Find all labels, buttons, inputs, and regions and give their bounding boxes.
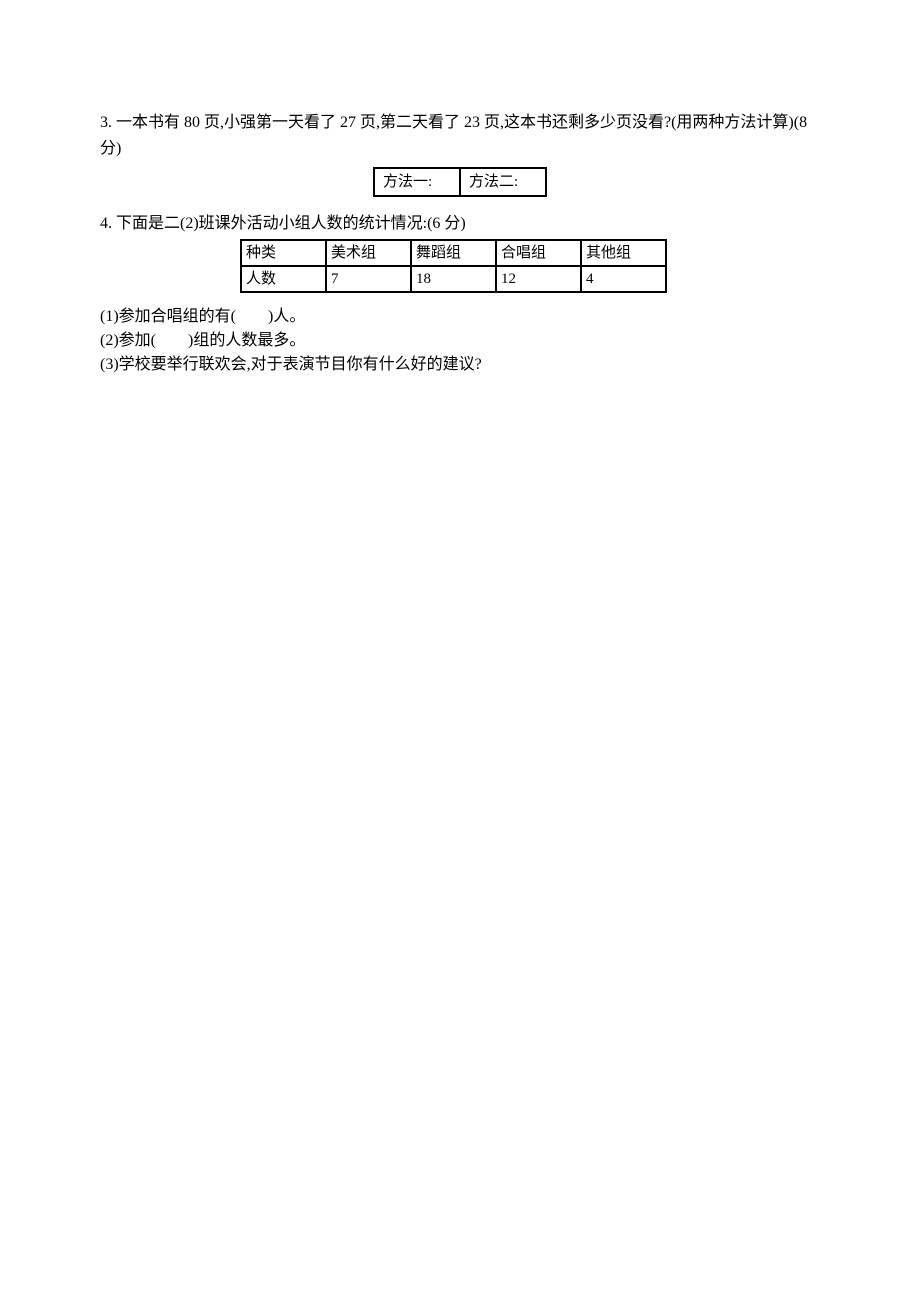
sub-question-1: (1)参加合唱组的有( )人。 [100, 305, 820, 329]
table-row: 种类 美术组 舞蹈组 合唱组 其他组 [241, 240, 666, 266]
header-category: 种类 [241, 240, 326, 266]
methods-table: 方法一: 方法二: [373, 167, 547, 197]
header-dance: 舞蹈组 [411, 240, 496, 266]
sub-question-2: (2)参加( )组的人数最多。 [100, 329, 820, 353]
table-row: 人数 7 18 12 4 [241, 266, 666, 292]
header-art: 美术组 [326, 240, 411, 266]
header-chorus: 合唱组 [496, 240, 581, 266]
question-3-text: 一本书有 80 页,小强第一天看了 27 页,第二天看了 23 页,这本书还剩多… [100, 114, 807, 157]
method-1-cell: 方法一: [374, 168, 460, 196]
question-4-text: 下面是二(2)班课外活动小组人数的统计情况:(6 分) [116, 215, 466, 232]
row-label-count: 人数 [241, 266, 326, 292]
method-2-cell: 方法二: [460, 168, 546, 196]
question-4-number: 4. [100, 215, 112, 232]
value-chorus: 12 [496, 266, 581, 292]
question-3-number: 3. [100, 114, 112, 131]
question-3: 3. 一本书有 80 页,小强第一天看了 27 页,第二天看了 23 页,这本书… [100, 110, 820, 197]
table-row: 方法一: 方法二: [374, 168, 546, 196]
statistics-table: 种类 美术组 舞蹈组 合唱组 其他组 人数 7 18 12 4 [240, 239, 667, 293]
value-other: 4 [581, 266, 666, 292]
question-4: 4. 下面是二(2)班课外活动小组人数的统计情况:(6 分) 种类 美术组 舞蹈… [100, 211, 820, 377]
sub-question-3: (3)学校要举行联欢会,对于表演节目你有什么好的建议? [100, 353, 820, 377]
header-other: 其他组 [581, 240, 666, 266]
value-art: 7 [326, 266, 411, 292]
value-dance: 18 [411, 266, 496, 292]
